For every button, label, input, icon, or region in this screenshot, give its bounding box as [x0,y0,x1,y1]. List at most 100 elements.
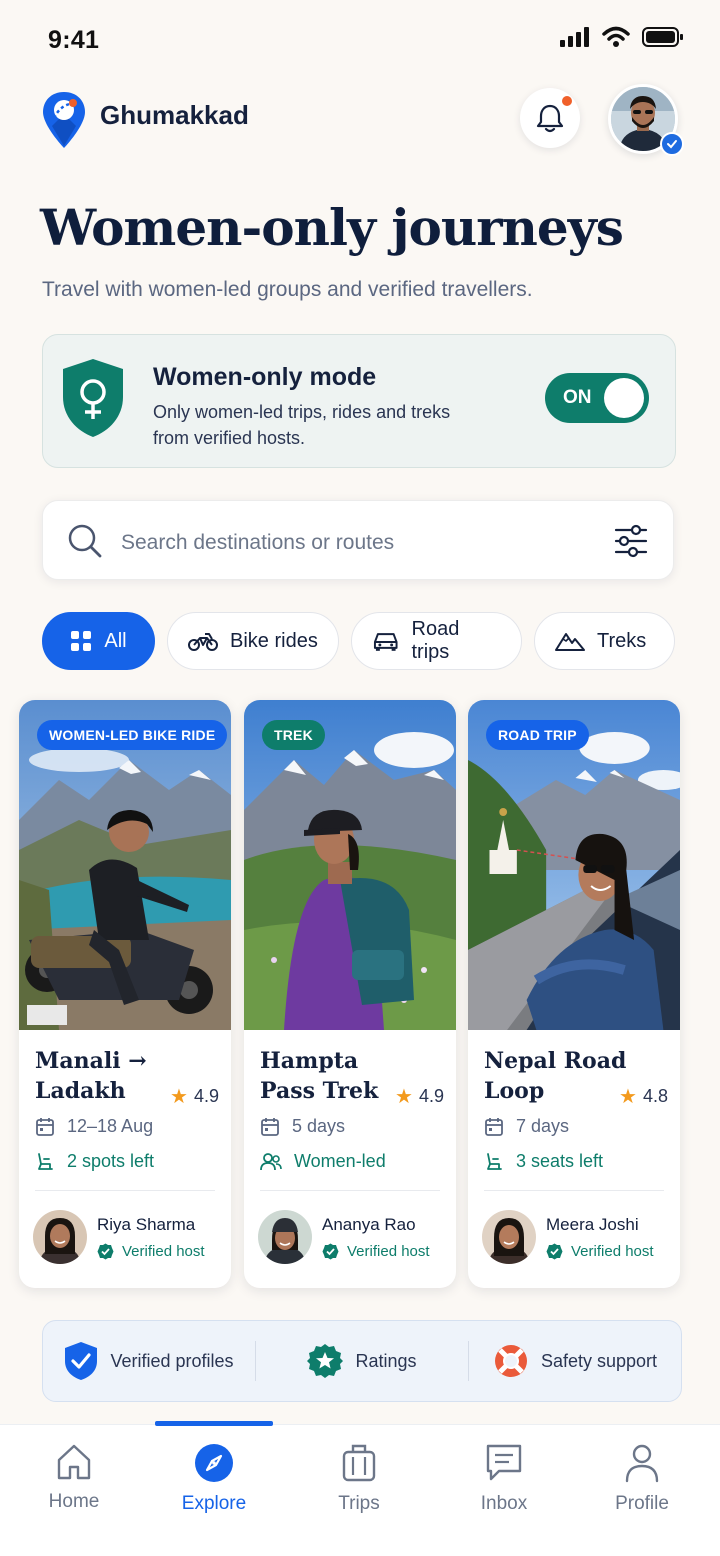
signal-icon [560,27,589,47]
filter-icon[interactable] [613,523,649,559]
host-avatar [258,1210,312,1264]
trip-tag: TREK [262,720,325,750]
trip-card-hampta-pass[interactable]: TREK Hampta Pass Trek ★ 4.9 5 days Women… [244,700,456,1288]
status-bar: 9:41 [0,0,720,80]
nav-label: Profile [615,1493,669,1514]
trust-features: Verified profiles Ratings Safety support [42,1320,682,1402]
user-verified-icon [660,132,684,156]
trip-duration: 5 days [260,1116,345,1137]
verified-check-icon [546,1243,563,1260]
rating-value: 4.8 [642,1086,668,1106]
chip-label: Road trips [411,618,460,663]
trip-availability: 2 spots left [35,1151,154,1172]
trust-label: Verified profiles [110,1350,234,1371]
trust-safety-support: Safety support [469,1343,681,1379]
chip-road-trips[interactable]: Road trips [351,612,522,670]
bottom-navigation: Home Explore Trips Inbox Profile [0,1421,720,1556]
duration-text: 7 days [516,1116,570,1136]
chip-label: All [104,629,127,652]
women-only-toggle[interactable]: ON [545,373,649,423]
battery-icon [642,27,683,47]
host-name: Meera Joshi [546,1215,639,1234]
host-status-text: Verified host [571,1243,654,1260]
compass-icon [195,1444,233,1482]
mode-description: Only women-led trips, rides and treks fr… [153,402,451,448]
dates-text: 12–18 Aug [67,1116,154,1136]
trust-label: Ratings [355,1350,417,1371]
trip-duration: 7 days [484,1116,569,1137]
home-icon [57,1444,91,1480]
mountain-icon [555,633,585,651]
message-icon [486,1444,522,1481]
chip-label: Bike rides [230,629,318,652]
verified-check-icon [97,1243,114,1260]
star-badge-icon [307,1344,344,1378]
calendar-icon [485,1117,503,1136]
card-divider [484,1190,664,1191]
women-only-mode-card: Women-only mode Only women-led trips, ri… [42,334,676,468]
verified-check-icon [322,1243,339,1260]
nav-label: Inbox [480,1493,528,1514]
trip-title: Hampta Pass Trek [260,1048,379,1104]
nav-active-indicator [155,1421,273,1426]
host-status-text: Verified host [122,1243,205,1260]
status-icons [560,26,684,48]
chip-bike-rides[interactable]: Bike rides [167,612,339,670]
trust-verified-profiles: Verified profiles [43,1341,255,1381]
car-icon [373,633,398,651]
seat-icon [38,1152,53,1170]
trip-tag: ROAD TRIP [486,720,589,750]
host-verified: Verified host [546,1243,654,1260]
calendar-icon [36,1117,54,1136]
page-title: Women-only journeys [40,198,624,257]
nav-inbox[interactable]: Inbox [444,1443,564,1515]
trip-dates: 12–18 Aug [35,1116,153,1137]
rating-value: 4.9 [418,1086,444,1106]
host-name: Ananya Rao [322,1215,416,1234]
wifi-icon [602,26,630,47]
star-icon: ★ [619,1086,637,1108]
grid-icon [71,631,92,651]
trip-rating: ★ 4.9 [395,1084,444,1109]
search-bar[interactable]: Search destinations or routes [42,500,674,580]
notifications-button[interactable] [520,88,580,148]
chip-all[interactable]: All [42,612,155,670]
page-subtitle: Travel with women-led groups and verifie… [42,278,533,301]
chip-label: Treks [597,629,647,652]
bell-icon [536,104,564,133]
star-icon: ★ [395,1086,413,1108]
notification-dot [562,96,572,106]
nav-home[interactable]: Home [14,1443,134,1513]
host-avatar [482,1210,536,1264]
app-name: Ghumakkad [100,100,249,130]
status-time: 9:41 [48,26,100,54]
search-input[interactable]: Search destinations or routes [121,531,394,555]
host-avatar [33,1210,87,1264]
nav-profile[interactable]: Profile [582,1443,702,1515]
group-icon [260,1152,282,1170]
nav-explore[interactable]: Explore [154,1443,274,1515]
host-verified: Verified host [322,1243,430,1260]
trip-availability: 3 seats left [484,1151,603,1172]
trust-ratings: Ratings [256,1343,468,1379]
category-chips: All Bike rides Road trips Treks [42,612,675,670]
rating-value: 4.9 [193,1086,219,1106]
toggle-knob [604,378,644,418]
trip-rating: ★ 4.9 [170,1084,219,1109]
group-type-text: Women-led [294,1151,386,1171]
seat-icon [487,1152,502,1170]
trip-rating: ★ 4.8 [619,1084,668,1109]
motorbike-icon [188,633,218,651]
nav-label: Trips [338,1493,380,1514]
trip-card-nepal-road-loop[interactable]: ROAD TRIP Nepal Road Loop ★ 4.8 7 days 3… [468,700,680,1288]
trip-tag: WOMEN-LED BIKE RIDE [37,720,228,750]
calendar-icon [261,1117,279,1136]
host-name: Riya Sharma [97,1215,196,1234]
card-divider [260,1190,440,1191]
toggle-label: ON [563,387,592,408]
nav-trips[interactable]: Trips [299,1443,419,1515]
lifebuoy-icon [494,1345,527,1377]
person-icon [625,1444,659,1483]
chip-treks[interactable]: Treks [534,612,675,670]
trip-card-manali-ladakh[interactable]: WOMEN-LED BIKE RIDE Manali → Ladakh ★ 4.… [19,700,231,1288]
